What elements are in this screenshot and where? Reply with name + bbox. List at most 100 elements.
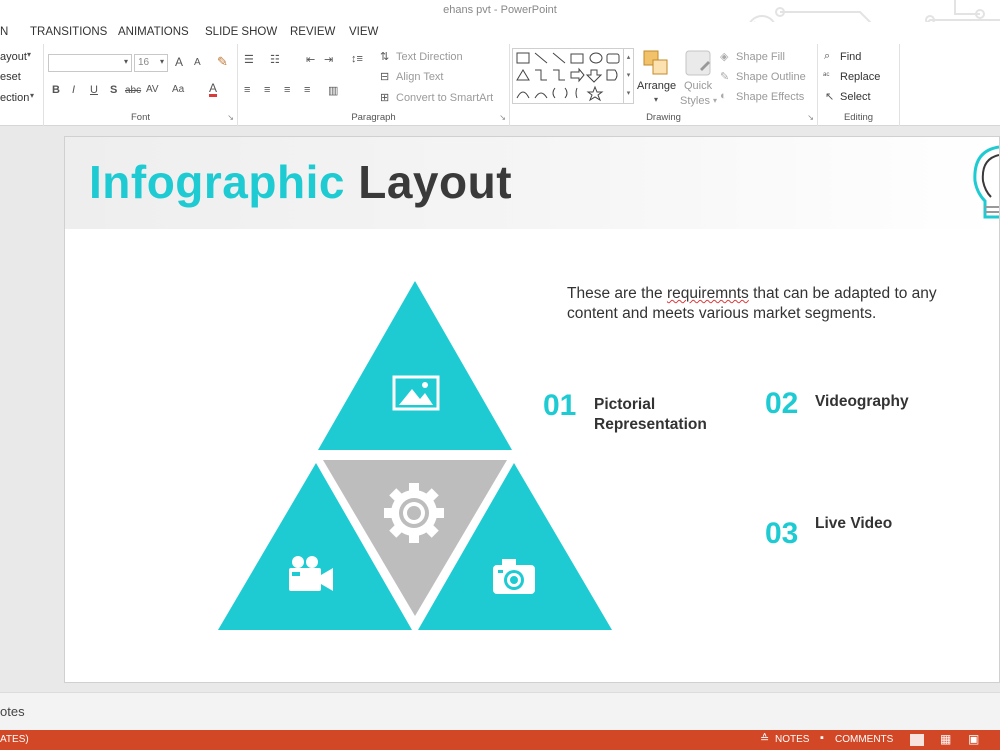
layout-dropdown-icon[interactable]: ▾ bbox=[27, 50, 31, 59]
font-size-dropdown-icon[interactable]: ▾ bbox=[160, 57, 164, 66]
triangle-infographic bbox=[218, 281, 612, 630]
item-label-02[interactable]: Videography bbox=[815, 392, 909, 412]
change-case-button[interactable]: Aa bbox=[172, 84, 184, 95]
find-button[interactable]: Find bbox=[840, 51, 861, 63]
font-group: ▾ 16 ▾ A A ✎ B I U S abc AV Aa A Font ↘ bbox=[44, 44, 238, 126]
tab-slide-show[interactable]: SLIDE SHOW bbox=[205, 26, 277, 38]
text-direction-button[interactable]: Text Direction bbox=[396, 51, 463, 63]
description-part-1: These are the bbox=[567, 285, 667, 302]
align-text-button[interactable]: Align Text bbox=[396, 71, 444, 83]
grow-font-icon[interactable]: A bbox=[175, 55, 183, 69]
binoculars-icon[interactable]: ⌕ bbox=[824, 50, 830, 63]
select-button[interactable]: Select bbox=[840, 91, 871, 103]
slide-title[interactable]: Infographic Layout bbox=[89, 155, 512, 209]
item-label-01[interactable]: Pictorial Representation bbox=[594, 395, 707, 435]
font-name-dropdown-icon[interactable]: ▾ bbox=[124, 57, 128, 66]
shape-fill-icon[interactable]: ◈ bbox=[720, 50, 728, 63]
text-direction-icon[interactable]: ⇅ bbox=[380, 50, 389, 63]
quick-styles-label-1[interactable]: Quick bbox=[684, 80, 712, 92]
normal-view-icon[interactable] bbox=[910, 734, 924, 746]
section-dropdown-icon[interactable]: ▾ bbox=[30, 91, 34, 100]
item-number-03: 03 bbox=[765, 517, 799, 550]
align-center-icon[interactable]: ≡ bbox=[264, 84, 270, 96]
arrange-button[interactable]: Arrange bbox=[637, 80, 676, 92]
align-right-icon[interactable]: ≡ bbox=[284, 84, 290, 96]
bullets-icon[interactable]: ☰ bbox=[244, 53, 254, 66]
align-text-icon[interactable]: ⊟ bbox=[380, 70, 389, 83]
tab-transitions[interactable]: TRANSITIONS bbox=[30, 26, 107, 38]
notes-toggle-button[interactable]: NOTES bbox=[775, 734, 809, 745]
arrange-icon[interactable] bbox=[642, 49, 670, 77]
notes-toggle-icon[interactable]: ≙ bbox=[760, 732, 769, 745]
tab-review[interactable]: REVIEW bbox=[290, 26, 335, 38]
tab-view[interactable]: VIEW bbox=[349, 26, 378, 38]
layout-button[interactable]: ayout bbox=[0, 51, 27, 63]
comments-icon[interactable]: ▪ bbox=[820, 732, 824, 744]
ribbon: ayout ▾ eset ection ▾ ▾ 16 ▾ A A ✎ B I U… bbox=[0, 44, 1000, 126]
description-misspelled-word: requiremnts bbox=[666, 285, 749, 302]
tab-animations[interactable]: ANIMATIONS bbox=[118, 26, 189, 38]
comments-button[interactable]: COMMENTS bbox=[835, 734, 893, 745]
slide-title-accent: Infographic bbox=[89, 156, 345, 208]
reading-view-icon[interactable]: ▣ bbox=[968, 732, 979, 746]
paragraph-group-label: Paragraph bbox=[351, 112, 396, 123]
reset-button[interactable]: eset bbox=[0, 71, 21, 83]
notes-pane[interactable]: otes bbox=[0, 692, 1000, 730]
increase-indent-icon[interactable]: ⇥ bbox=[324, 53, 333, 66]
item-label-01-line2: Representation bbox=[594, 416, 707, 433]
shape-outline-icon[interactable]: ✎ bbox=[720, 70, 729, 83]
font-size-value: 16 bbox=[138, 57, 150, 68]
font-name-combo[interactable] bbox=[48, 54, 132, 72]
decrease-indent-icon[interactable]: ⇤ bbox=[306, 53, 315, 66]
shape-effects-icon[interactable]: ◐ bbox=[720, 90, 727, 102]
shrink-font-icon[interactable]: A bbox=[194, 57, 201, 68]
bold-button[interactable]: B bbox=[52, 84, 60, 96]
top-triangle[interactable] bbox=[318, 281, 512, 450]
text-shadow-button[interactable]: S bbox=[110, 84, 117, 96]
strikethrough-button[interactable]: abc bbox=[125, 85, 141, 96]
font-group-label: Font bbox=[130, 112, 150, 123]
quick-styles-dropdown-icon[interactable]: ▾ bbox=[713, 96, 717, 105]
editing-group: ⌕ Find ᵃᶜ Replace ↖ Select Editing bbox=[818, 44, 900, 126]
slide[interactable]: Infographic Layout These are the require… bbox=[64, 136, 1000, 683]
paragraph-dialog-launcher-icon[interactable]: ↘ bbox=[499, 113, 506, 122]
line-spacing-icon[interactable]: ↕≡ bbox=[351, 53, 363, 65]
character-spacing-button[interactable]: AV bbox=[146, 84, 159, 95]
underline-button[interactable]: U bbox=[90, 84, 98, 96]
slide-sorter-icon[interactable]: ▦ bbox=[940, 732, 951, 746]
align-left-icon[interactable]: ≡ bbox=[244, 84, 250, 96]
item-label-01-line1: Pictorial bbox=[594, 396, 656, 413]
convert-smartart-button[interactable]: Convert to SmartArt bbox=[396, 92, 493, 104]
slide-title-dark: Layout bbox=[358, 156, 513, 208]
italic-button[interactable]: I bbox=[72, 84, 75, 96]
section-button[interactable]: ection bbox=[0, 92, 29, 104]
select-cursor-icon[interactable]: ↖ bbox=[825, 90, 834, 103]
item-label-03[interactable]: Live Video bbox=[815, 514, 892, 534]
shape-outline-button[interactable]: Shape Outline bbox=[736, 71, 806, 83]
slide-canvas: Infographic Layout These are the require… bbox=[0, 126, 1000, 692]
smartart-icon[interactable]: ⊞ bbox=[380, 91, 389, 104]
description-text[interactable]: These are the requiremnts that can be ad… bbox=[567, 284, 947, 324]
shape-fill-button[interactable]: Shape Fill bbox=[736, 51, 785, 63]
notes-label: otes bbox=[0, 704, 25, 719]
clear-formatting-icon[interactable]: ✎ bbox=[217, 54, 228, 70]
font-dialog-launcher-icon[interactable]: ↘ bbox=[227, 113, 234, 122]
gallery-scroll[interactable]: ▴ ▾ ▾ bbox=[623, 49, 633, 103]
drawing-dialog-launcher-icon[interactable]: ↘ bbox=[807, 113, 814, 122]
gear-icon bbox=[384, 483, 444, 543]
tab-design[interactable]: N bbox=[0, 26, 8, 38]
font-color-button[interactable]: A bbox=[209, 82, 218, 97]
columns-icon[interactable]: ▥ bbox=[328, 84, 338, 97]
shape-effects-button[interactable]: Shape Effects bbox=[736, 91, 804, 103]
replace-icon[interactable]: ᵃᶜ bbox=[823, 70, 830, 80]
title-bar: ehans pvt - PowerPoint bbox=[0, 0, 1000, 44]
quick-styles-icon[interactable] bbox=[684, 49, 712, 77]
editing-group-label: Editing bbox=[843, 112, 874, 123]
shapes-gallery[interactable]: ▴ ▾ ▾ bbox=[512, 48, 634, 104]
arrange-dropdown-icon[interactable]: ▾ bbox=[654, 95, 658, 104]
justify-icon[interactable]: ≡ bbox=[304, 84, 310, 96]
lightbulb-icon bbox=[973, 145, 999, 219]
quick-styles-label-2[interactable]: Styles bbox=[680, 95, 710, 107]
replace-button[interactable]: Replace bbox=[840, 71, 880, 83]
numbering-icon[interactable]: ☷ bbox=[270, 53, 280, 66]
